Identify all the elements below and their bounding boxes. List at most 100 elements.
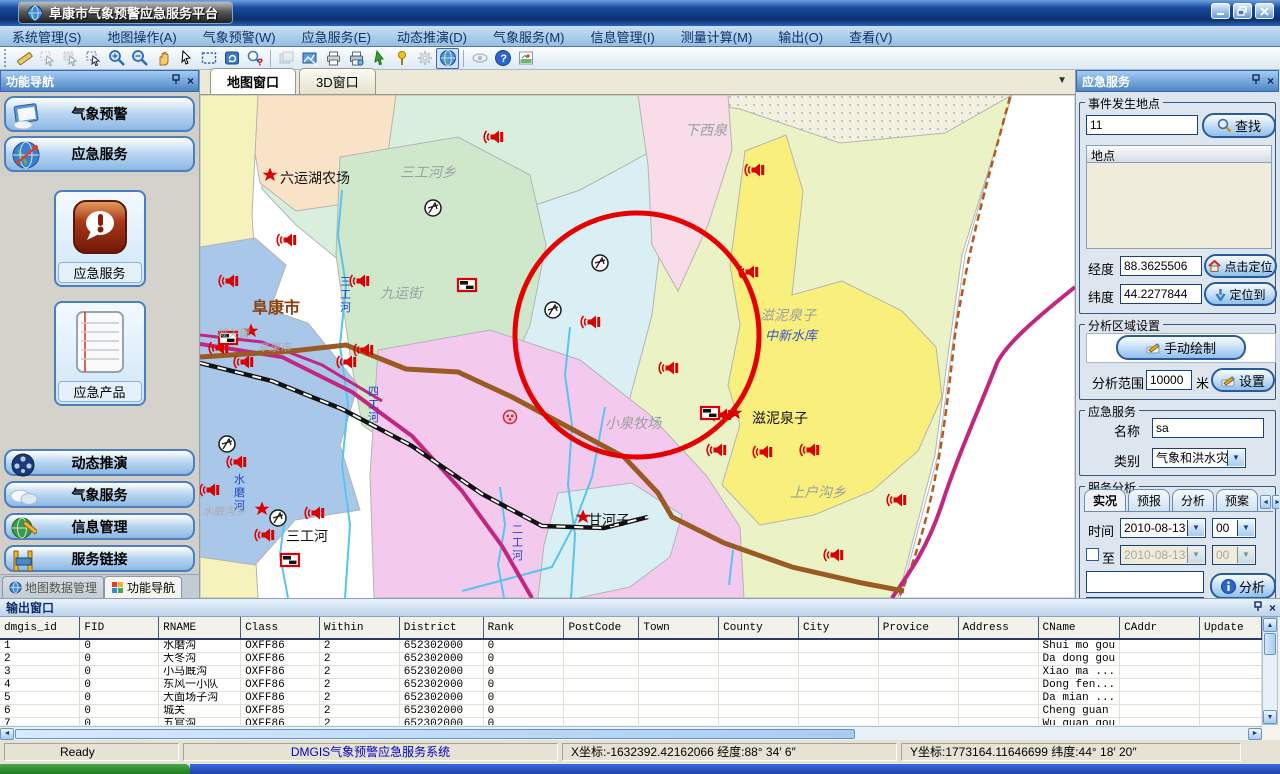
nav-group-dynamic-deduction[interactable]: 动态推演	[4, 449, 195, 476]
analysis-range-input[interactable]	[1146, 370, 1192, 390]
table-row[interactable]: 60城关OXFF8526523020000Cheng guan	[0, 705, 1262, 718]
tab-map-data-mgmt[interactable]: 地图数据管理	[2, 576, 104, 598]
pin-icon[interactable]	[1253, 601, 1263, 614]
column-header[interactable]: Provice	[878, 617, 958, 639]
table-row[interactable]: 10水磨沟OXFF8626523020000Shui mo gou	[0, 639, 1262, 653]
output-table-container[interactable]: dmgis_idFIDRNAMEClassWithinDistrictRankP…	[0, 617, 1262, 725]
menu-weather-service[interactable]: 气象服务(M)	[493, 27, 565, 46]
menu-dynamic-deduction[interactable]: 动态推演(D)	[397, 27, 467, 46]
station-marker-icon[interactable]	[545, 302, 561, 318]
output-vscrollbar[interactable]: ▲ ▼	[1262, 617, 1278, 725]
column-header[interactable]: Within	[319, 617, 399, 639]
nav-group-weather-warning[interactable]: 气象预警	[4, 96, 195, 132]
menu-weather-warning[interactable]: 气象预警(W)	[203, 27, 276, 46]
hour-combo-2[interactable]: 00 ▼	[1212, 545, 1256, 565]
station-marker-icon[interactable]	[425, 200, 441, 216]
tab-list-dropdown-icon[interactable]: ▼	[1057, 75, 1067, 86]
column-header[interactable]: Town	[639, 617, 719, 639]
menu-measure[interactable]: 测量计算(M)	[681, 27, 753, 46]
table-row[interactable]: 50大面场子沟OXFF8626523020000Da mian ...	[0, 692, 1262, 705]
tab-analysis[interactable]: 分析	[1172, 489, 1214, 511]
close-icon[interactable]: ×	[1267, 75, 1274, 87]
service-name-input[interactable]	[1152, 418, 1264, 438]
menu-map-ops[interactable]: 地图操作(A)	[107, 27, 176, 46]
output-hscrollbar[interactable]: ◄ ►	[0, 726, 1262, 740]
restore-button[interactable]	[1233, 3, 1252, 19]
toolbar-grip[interactable]	[4, 49, 9, 67]
place-list[interactable]	[1086, 163, 1272, 249]
column-header[interactable]: Address	[958, 617, 1038, 639]
menu-emergency-service[interactable]: 应急服务(E)	[302, 27, 371, 46]
select-rect-icon[interactable]	[36, 48, 59, 69]
table-row[interactable]: 40东风一小队OXFF8626523020000Dong fen...	[0, 679, 1262, 692]
tab-map-window[interactable]: 地图窗口	[210, 68, 296, 94]
menu-system[interactable]: 系统管理(S)	[12, 27, 81, 46]
longitude-input[interactable]	[1120, 256, 1202, 276]
nav-group-emergency-service[interactable]: 应急服务	[4, 136, 195, 172]
hour-combo-1[interactable]: 00 ▼	[1212, 518, 1256, 538]
zoom-out-icon[interactable]	[128, 48, 151, 69]
pointer-arrow-icon[interactable]	[174, 48, 197, 69]
scroll-right-icon[interactable]: ►	[1248, 728, 1262, 740]
close-icon[interactable]: ×	[187, 75, 194, 87]
menu-output[interactable]: 输出(O)	[778, 27, 823, 46]
place-list-header[interactable]: 地点	[1086, 145, 1272, 163]
service-type-combo[interactable]: 气象和洪水灾 ▼	[1152, 448, 1246, 468]
locate-to-button[interactable]: 定位到	[1204, 282, 1277, 306]
help-icon[interactable]: ?	[491, 48, 514, 69]
reservoir-marker-icon[interactable]	[281, 554, 299, 566]
visibility-eye-icon[interactable]	[468, 48, 491, 69]
table-row[interactable]: 20大冬沟OXFF8626523020000Da dong gou	[0, 653, 1262, 666]
map-export-icon[interactable]	[298, 48, 321, 69]
tab-scroll-right-icon[interactable]: ►	[1272, 495, 1279, 509]
print-preview-icon[interactable]	[344, 48, 367, 69]
click-locate-button[interactable]: 点击定位	[1204, 254, 1277, 278]
dropdown-arrow-icon[interactable]: ▼	[1227, 450, 1244, 466]
column-header[interactable]: County	[719, 617, 799, 639]
latitude-input[interactable]	[1120, 284, 1202, 304]
manual-draw-button[interactable]: 手动绘制	[1116, 335, 1246, 360]
pin-icon[interactable]	[171, 74, 181, 87]
tab-scroll-left-icon[interactable]: ◄	[1260, 495, 1271, 509]
zoom-in-icon[interactable]	[105, 48, 128, 69]
tab-live[interactable]: 实况	[1084, 489, 1126, 511]
scroll-up-icon[interactable]: ▲	[1263, 618, 1277, 632]
settings-gear-icon[interactable]	[413, 48, 436, 69]
column-header[interactable]: District	[399, 617, 483, 639]
dropdown-arrow-icon[interactable]: ▼	[1237, 520, 1254, 536]
column-header[interactable]: CAddr	[1120, 617, 1200, 639]
column-header[interactable]: Class	[241, 617, 320, 639]
find-button[interactable]: 查找	[1202, 113, 1276, 138]
column-header[interactable]: CName	[1038, 617, 1120, 639]
location-search-input[interactable]	[1086, 115, 1198, 135]
reservoir-marker-icon[interactable]	[458, 279, 476, 291]
column-header[interactable]: Update	[1199, 617, 1261, 639]
to-checkbox[interactable]	[1086, 548, 1099, 561]
pin-icon[interactable]	[1251, 74, 1261, 87]
pan-hand-icon[interactable]	[151, 48, 174, 69]
export-image-icon[interactable]	[514, 48, 537, 69]
scroll-down-icon[interactable]: ▼	[1263, 710, 1277, 724]
globe-icon[interactable]	[436, 48, 459, 69]
map-canvas[interactable]: 六运湖农场三工河乡下西泉九运街阜康市城关镇阜康市滋泥泉子中新水库滋泥泉子小泉牧场…	[200, 95, 1075, 598]
station-marker-icon[interactable]	[219, 436, 235, 452]
snapshot-pointer-icon[interactable]	[367, 48, 390, 69]
column-header[interactable]: FID	[80, 617, 159, 639]
nav-group-weather-service[interactable]: 气象服务	[4, 481, 195, 508]
tab-3d-window[interactable]: 3D窗口	[299, 68, 376, 94]
refresh-icon[interactable]	[220, 48, 243, 69]
station-marker-icon[interactable]	[592, 255, 608, 271]
placemark-pin-icon[interactable]	[390, 48, 413, 69]
tab-function-nav[interactable]: 功能导航	[104, 576, 182, 598]
layers-icon[interactable]	[275, 48, 298, 69]
menu-info-mgmt[interactable]: 信息管理(I)	[591, 27, 655, 46]
taskbar-start-fragment[interactable]	[0, 764, 190, 774]
table-row[interactable]: 70五官沟OXFF8626523020000Wu guan gou	[0, 718, 1262, 726]
column-header[interactable]: Rank	[483, 617, 564, 639]
element-preview-box[interactable]	[1086, 571, 1204, 593]
column-header[interactable]: RNAME	[159, 617, 241, 639]
full-extent-icon[interactable]	[197, 48, 220, 69]
shortcut-emergency-product[interactable]: 应急产品	[54, 301, 146, 406]
scroll-left-icon[interactable]: ◄	[0, 728, 14, 740]
identify-icon[interactable]: ?	[243, 48, 266, 69]
